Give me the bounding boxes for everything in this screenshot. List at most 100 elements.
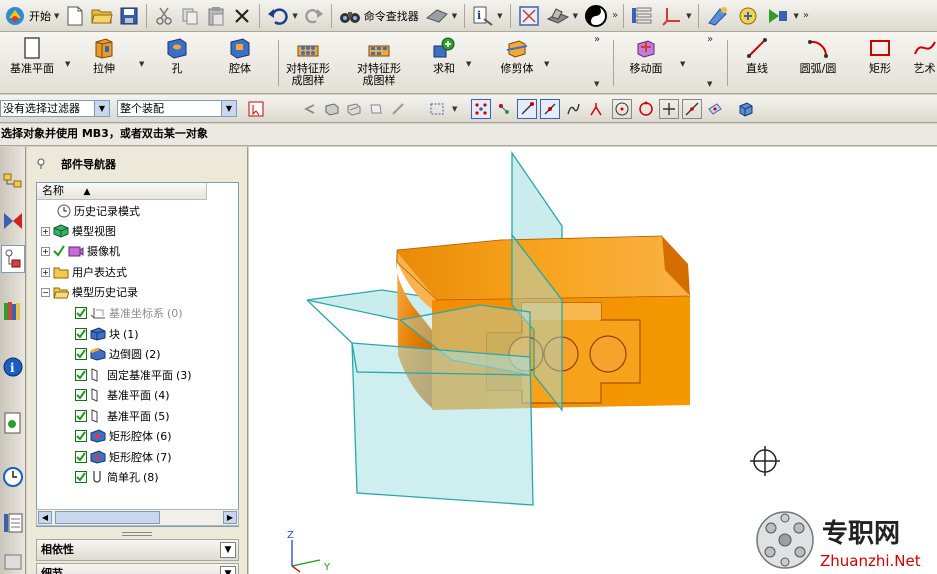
feature-row-edge-blend[interactable]: 边倒圆 (2) — [75, 344, 161, 364]
web-browser-tab[interactable]: i — [1, 353, 25, 381]
history-palette-tab[interactable] — [1, 409, 25, 437]
select-feature-button[interactable] — [344, 99, 364, 119]
chevron-down-icon[interactable]: ▼ — [220, 566, 236, 574]
chevron-down-icon[interactable]: ▼ — [594, 80, 599, 88]
visibility-checkbox[interactable] — [75, 410, 87, 422]
info-button[interactable]: i ▼ — [470, 3, 504, 29]
visibility-checkbox[interactable] — [75, 348, 87, 360]
wcs-button[interactable]: ▼ — [659, 3, 693, 29]
visibility-checkbox[interactable] — [75, 389, 87, 401]
datum-plane-front-vertical[interactable] — [351, 342, 534, 506]
existing-point-button[interactable] — [659, 99, 679, 119]
undo-button[interactable]: ▼ — [265, 3, 299, 29]
mid-point-button[interactable] — [540, 99, 560, 119]
feature-row-simple-hole[interactable]: 简单孔 (8) — [75, 467, 159, 487]
details-panel-header[interactable]: 细节 ▼ — [36, 563, 239, 574]
chevron-down-icon[interactable]: ▼ — [220, 542, 236, 558]
intersection-point-button[interactable] — [586, 99, 606, 119]
select-body-button[interactable] — [322, 99, 342, 119]
chevron-down-icon[interactable]: ▼ — [221, 101, 236, 116]
arc-circle-button[interactable]: 圆弧/圆 — [793, 36, 843, 90]
name-column-header[interactable]: 名称 ▲ — [37, 183, 207, 200]
visibility-checkbox[interactable] — [75, 451, 87, 463]
scroll-thumb[interactable] — [55, 511, 160, 524]
fit-view-button[interactable] — [516, 3, 542, 29]
chevron-down-icon[interactable]: ▼ — [452, 105, 457, 113]
arc-center-button[interactable] — [612, 99, 632, 119]
tree-node-user-expressions[interactable]: + 用户表达式 — [41, 262, 127, 282]
chevron-down-icon[interactable]: ▼ — [466, 60, 471, 68]
panel-splitter[interactable] — [122, 532, 152, 536]
paste-button[interactable] — [204, 3, 228, 29]
delete-button[interactable] — [230, 3, 254, 29]
part-navigator-tab[interactable] — [1, 245, 25, 273]
point-on-face-button[interactable] — [705, 99, 725, 119]
visibility-checkbox[interactable] — [75, 369, 87, 381]
constraint-navigator-tab[interactable] — [1, 207, 25, 235]
trim-body-button[interactable]: 修剪体 — [496, 36, 538, 90]
feature-row-datum-plane-4[interactable]: 基准平面 (4) — [75, 385, 170, 405]
toolbar-overflow-icon[interactable]: » — [594, 34, 600, 45]
tree-node-history-mode[interactable]: 历史记录模式 — [57, 201, 140, 221]
pin-icon[interactable] — [35, 158, 47, 170]
feature-row-fixed-datum-plane[interactable]: 固定基准平面 (3) — [75, 365, 192, 385]
roles-button[interactable]: ▼ — [423, 3, 459, 29]
copy-button[interactable] — [178, 3, 202, 29]
rectangle-select-button[interactable] — [427, 99, 447, 119]
datum-plane-button[interactable]: 基准平面 — [4, 36, 60, 90]
layer-settings-button[interactable] — [629, 3, 657, 29]
chevron-down-icon[interactable]: ▼ — [680, 60, 685, 68]
general-selection-button[interactable] — [246, 99, 266, 119]
snap-options-button[interactable] — [494, 99, 514, 119]
toolbar-overflow-icon[interactable]: » — [612, 10, 618, 21]
collapse-minus-icon[interactable]: − — [41, 287, 50, 297]
rectangle-button[interactable]: 矩形 — [862, 36, 898, 90]
scroll-right-arrow-icon[interactable]: ▶ — [223, 511, 237, 524]
arrow-back-button[interactable] — [300, 99, 320, 119]
expand-plus-icon[interactable]: + — [41, 246, 50, 256]
assembly-navigator-tab[interactable] — [1, 169, 25, 197]
open-folder-button[interactable] — [89, 3, 115, 29]
studio-spline-button[interactable]: 艺术 — [912, 36, 937, 90]
end-point-button[interactable] — [517, 99, 537, 119]
edit-object-button[interactable] — [704, 3, 732, 29]
system-materials-tab[interactable] — [1, 509, 25, 537]
reuse-library-tab[interactable] — [1, 297, 25, 325]
toolbar-overflow-icon[interactable]: » — [707, 34, 713, 45]
motion-button[interactable]: ▼ — [764, 3, 800, 29]
chevron-down-icon[interactable]: ▼ — [94, 101, 109, 116]
line-button[interactable]: 直线 — [738, 36, 776, 90]
tree-horizontal-scrollbar[interactable]: ◀ ▶ — [36, 509, 239, 526]
feature-row-datum-plane-5[interactable]: 基准平面 (5) — [75, 406, 170, 426]
start-button[interactable]: 开始 ▼ — [2, 3, 61, 29]
pattern-feature-button[interactable]: 对特征形 成图样 — [353, 36, 405, 90]
graphics-window[interactable]: Z Y 专职网 Zhuanzhi.Net — [249, 147, 937, 574]
extrude-button[interactable]: 拉伸 — [82, 36, 126, 90]
tree-node-model-history[interactable]: − 模型历史记录 — [41, 282, 138, 302]
dependencies-panel-header[interactable]: 相依性 ▼ — [36, 539, 239, 561]
visibility-checkbox[interactable] — [75, 328, 87, 340]
type-filter-dropdown[interactable]: 没有选择过滤器 ▼ — [0, 100, 110, 117]
expand-plus-icon[interactable]: + — [41, 226, 50, 236]
chevron-down-icon[interactable]: ▼ — [544, 60, 549, 68]
select-face-button[interactable] — [366, 99, 386, 119]
tree-node-model-views[interactable]: + 模型视图 — [41, 221, 116, 241]
pocket-button[interactable]: 腔体 — [220, 36, 260, 90]
new-file-button[interactable] — [63, 3, 87, 29]
redo-button[interactable] — [302, 3, 326, 29]
feature-row-block[interactable]: 块 (1) — [75, 324, 139, 344]
shaded-view-button[interactable]: ▼ — [544, 3, 580, 29]
feature-row-rect-pocket-7[interactable]: 矩形腔体 (7) — [75, 447, 172, 467]
expand-plus-icon[interactable]: + — [41, 267, 50, 277]
snap-point-button[interactable] — [471, 99, 491, 119]
command-finder-button[interactable]: 命令查找器 — [337, 3, 421, 29]
chevron-down-icon[interactable]: ▼ — [65, 60, 70, 68]
history-clock-tab[interactable] — [1, 463, 25, 491]
roles-tab[interactable] — [1, 547, 25, 574]
filter-body-button[interactable] — [736, 99, 756, 119]
selection-scope-dropdown[interactable]: 整个装配 ▼ — [117, 100, 237, 117]
toolbar-overflow-icon[interactable]: » — [803, 10, 809, 21]
simple-hole-circle[interactable] — [589, 335, 627, 373]
quadrant-point-button[interactable] — [636, 99, 656, 119]
visibility-checkbox[interactable] — [75, 307, 87, 319]
